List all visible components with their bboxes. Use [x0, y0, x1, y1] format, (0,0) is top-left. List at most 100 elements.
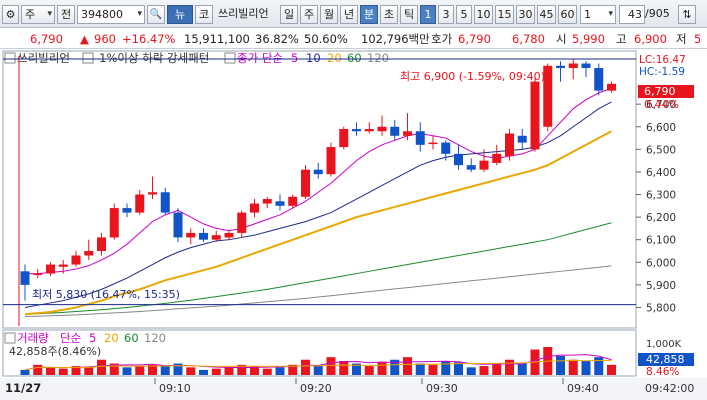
candle-body — [377, 126, 387, 132]
volume-bar — [403, 357, 412, 375]
price-pane — [2, 50, 637, 329]
category-button[interactable]: 전 — [57, 5, 75, 24]
period-tick[interactable]: 틱 — [400, 5, 418, 24]
period-month[interactable]: 월 — [320, 5, 338, 24]
volume-bar — [492, 363, 502, 375]
high-label: 고 — [616, 32, 627, 46]
volume-bar — [275, 367, 285, 375]
ma-menu-icon[interactable] — [224, 52, 236, 64]
interval-45[interactable]: 45 — [537, 5, 556, 24]
candle-body — [109, 208, 119, 238]
candle-body — [454, 153, 463, 166]
volume-bar — [517, 363, 527, 375]
low-price: 5 — [694, 32, 702, 46]
code-label-button[interactable]: 코 — [195, 5, 213, 24]
candle-body — [568, 63, 578, 69]
ma-period-20: 20 — [327, 51, 342, 65]
period-day[interactable]: 일 — [280, 5, 298, 24]
volume-bar — [377, 362, 387, 375]
volume-ma-20: 20 — [104, 331, 119, 345]
price-change: 960 — [94, 32, 116, 46]
pattern-menu-icon[interactable] — [82, 52, 94, 64]
volume-pct-tag: 8.46% — [646, 366, 679, 378]
interval-1[interactable]: 1 — [420, 5, 436, 24]
interval-select[interactable]: 1 — [580, 5, 616, 24]
candle-body — [148, 192, 157, 195]
period-week[interactable]: 주 — [300, 5, 318, 24]
time-label-0910: 09:10 — [159, 382, 191, 395]
volume-bar — [20, 369, 30, 375]
price-change-pct: +16.47% — [122, 32, 176, 46]
pane-menu-icon[interactable] — [4, 52, 16, 64]
volume-ma-5: 5 — [89, 331, 96, 345]
price-tick-label: 6,000 — [646, 257, 676, 269]
volume-bar — [33, 364, 43, 375]
interval-3[interactable]: 3 — [438, 5, 454, 24]
candle-body — [556, 65, 565, 69]
trade-power: 50.60% — [304, 32, 348, 46]
chart-stock-name: 쓰리빌리언 — [17, 51, 70, 65]
time-label-0930: 09:30 — [426, 382, 458, 395]
candle-body — [33, 273, 43, 276]
candle-body — [46, 264, 55, 274]
ma-period-10: 10 — [306, 51, 321, 65]
chart-toolbar: ⚙ 주 전 394800 🔍 뉴 코 쓰리빌리언 일 주 월 년 분 초 틱 1… — [0, 0, 707, 28]
candle-body — [97, 237, 106, 251]
candle-body — [428, 142, 438, 145]
interval-5[interactable]: 5 — [456, 5, 472, 24]
price-tick-label: 6,500 — [646, 144, 676, 156]
volume-bar — [594, 357, 604, 375]
chart-area[interactable]: 5,800 5,900 6,000 6,100 6,200 6,300 6,400 6,500… — [0, 49, 707, 400]
time-label-last: 09:42:00 — [645, 382, 694, 395]
total-count: /905 — [645, 7, 670, 20]
sort-icon[interactable]: ⇅ — [678, 5, 696, 24]
stock-name: 쓰리빌리언 — [218, 7, 269, 20]
candle-body — [275, 201, 285, 206]
candle-body — [492, 153, 502, 163]
volume-bar — [581, 361, 591, 375]
stock-code-input[interactable]: 394800 — [77, 5, 145, 24]
volume-axis-max: 1,000K — [646, 339, 682, 350]
candle-body — [339, 129, 349, 148]
volume-bar — [224, 367, 234, 375]
candle-body — [224, 232, 234, 238]
candle-body — [301, 169, 310, 197]
volume-label: 거래량 — [17, 331, 49, 345]
up-arrow-icon: ▲ — [80, 32, 89, 46]
candle-body — [288, 196, 298, 206]
price-tick-label: 6,600 — [646, 122, 676, 134]
volume-bar — [313, 366, 323, 375]
interval-30[interactable]: 30 — [516, 5, 535, 24]
market-select[interactable]: 주 — [21, 5, 55, 24]
price-tick-label: 6,400 — [646, 167, 676, 179]
interval-60[interactable]: 60 — [558, 5, 577, 24]
volume-menu-icon[interactable] — [4, 332, 16, 344]
price-tick-label: 6,300 — [646, 190, 676, 202]
candle-body — [135, 194, 145, 213]
volume-bar — [58, 368, 68, 375]
period-second[interactable]: 초 — [380, 5, 398, 24]
candle-body — [505, 133, 514, 157]
settings-icon[interactable]: ⚙ — [2, 5, 19, 24]
volume-bar — [505, 359, 514, 375]
interval-10[interactable]: 10 — [474, 5, 493, 24]
view-count-input[interactable]: 43 — [619, 5, 645, 24]
volume-bar — [556, 355, 565, 375]
candle-body — [58, 264, 68, 267]
volume-bar — [428, 364, 438, 375]
candle-body — [211, 235, 221, 240]
current-price: 6,790 — [30, 32, 63, 46]
candle-body — [517, 135, 527, 143]
interval-15[interactable]: 15 — [495, 5, 514, 24]
volume-bar — [441, 361, 451, 375]
period-minute[interactable]: 분 — [360, 5, 378, 24]
news-button[interactable]: 뉴 — [167, 5, 193, 24]
price-chart[interactable]: 5,800 5,900 6,000 6,100 6,200 6,300 6,400 6,500… — [0, 49, 707, 400]
trade-amount: 102,796백만 — [361, 32, 430, 46]
bid-price: 6,780 — [512, 32, 545, 46]
candle-body — [160, 192, 170, 213]
volume-ma-120: 120 — [144, 331, 166, 345]
period-year[interactable]: 년 — [340, 5, 358, 24]
search-icon[interactable]: 🔍 — [147, 5, 165, 24]
low-label: 저 — [676, 32, 687, 46]
